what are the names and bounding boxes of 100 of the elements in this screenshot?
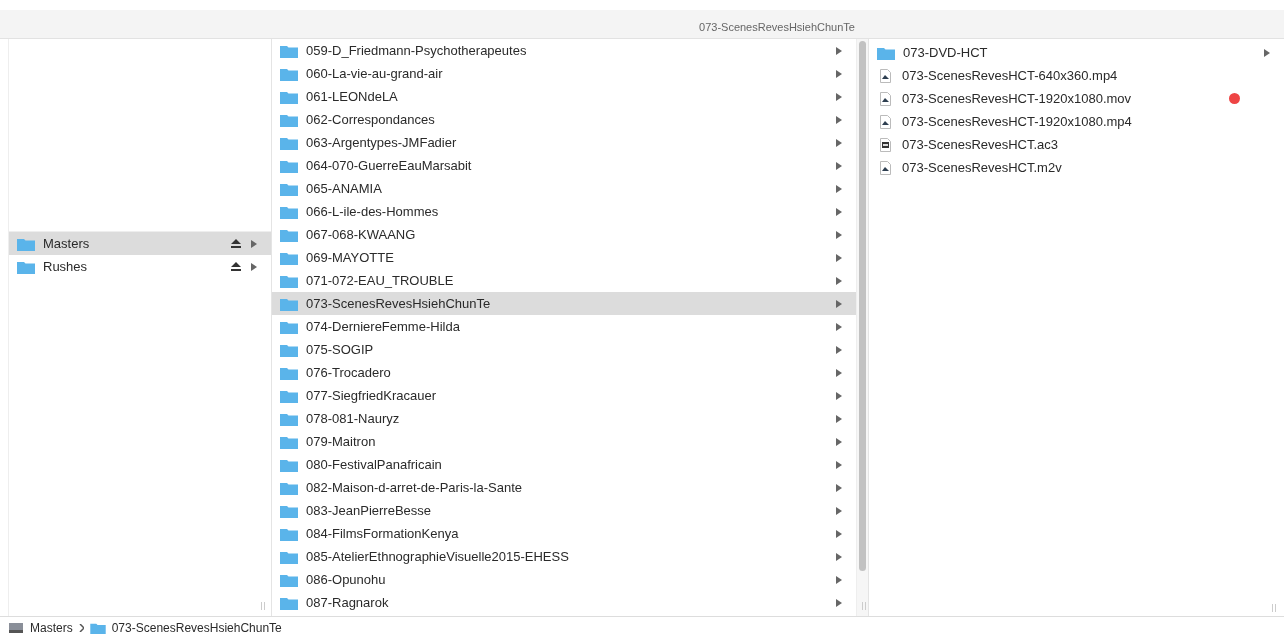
folder-item[interactable]: 069-MAYOTTE [272, 246, 856, 269]
folder-icon [17, 236, 35, 251]
arrow-icon [836, 322, 842, 331]
folder-icon [280, 227, 298, 242]
chevron-icon [78, 624, 84, 632]
arrow-icon [251, 262, 257, 271]
folder-item[interactable]: 086-Opunohu [272, 568, 856, 591]
folder-item[interactable]: 084-FilmsFormationKenya [272, 522, 856, 545]
folder-icon [89, 622, 106, 634]
resize-grip-icon[interactable] [261, 602, 265, 610]
arrow-icon [836, 138, 842, 147]
scrollbar[interactable] [856, 39, 868, 616]
arrow-icon [836, 437, 842, 446]
folder-item[interactable]: 087-Ragnarok [272, 591, 856, 614]
folder-icon [280, 89, 298, 104]
video-file-icon [880, 68, 891, 83]
arrow-icon [836, 391, 842, 400]
folder-icon [280, 595, 298, 610]
folder-item[interactable]: 079-Maitron [272, 430, 856, 453]
folder-item[interactable]: 085-AtelierEthnographieVisuelle2015-EHESS [272, 545, 856, 568]
arrow-icon [836, 529, 842, 538]
folder-icon [280, 526, 298, 541]
folder-icon [17, 259, 35, 274]
arrow-icon [836, 552, 842, 561]
folder-item[interactable]: 071-072-EAU_TROUBLE [272, 269, 856, 292]
folder-item[interactable]: 082-Maison-d-arret-de-Paris-la-Sante [272, 476, 856, 499]
folder-icon [280, 66, 298, 81]
folder-item[interactable]: 074-DerniereFemme-Hilda [272, 315, 856, 338]
folder-icon [280, 572, 298, 587]
sidebar-item[interactable]: Rushes [9, 255, 271, 278]
arrow-icon [836, 46, 842, 55]
folder-icon [280, 158, 298, 173]
file-item[interactable]: 073-ScenesRevesHCT.m2v [869, 156, 1284, 179]
window-title: 073-ScenesRevesHsiehChunTe [698, 20, 856, 35]
arrow-icon [836, 299, 842, 308]
file-item[interactable]: 073-ScenesRevesHCT-640x360.mp4 [869, 64, 1284, 87]
arrow-icon [836, 345, 842, 354]
folder-icon [280, 296, 298, 311]
folder-icon [280, 457, 298, 472]
path-item[interactable]: 073-ScenesRevesHsiehChunTe [89, 621, 282, 635]
arrow-icon [836, 598, 842, 607]
folder-item[interactable]: 078-081-Nauryz [272, 407, 856, 430]
video-file-icon [880, 114, 891, 129]
folder-icon [280, 411, 298, 426]
folder-item[interactable]: 064-070-GuerreEauMarsabit [272, 154, 856, 177]
folder-item[interactable]: 083-JeanPierreBesse [272, 499, 856, 522]
arrow-icon [836, 253, 842, 262]
folder-icon [280, 43, 298, 58]
file-item[interactable]: 073-ScenesRevesHCT-1920x1080.mov [869, 87, 1284, 110]
video-file-icon [880, 91, 891, 106]
file-item[interactable]: 073-ScenesRevesHCT.ac3 [869, 133, 1284, 156]
folder-item[interactable]: 076-Trocadero [272, 361, 856, 384]
folder-item[interactable]: 063-Argentypes-JMFadier [272, 131, 856, 154]
arrow-icon [251, 239, 257, 248]
folder-icon [280, 342, 298, 357]
folder-item[interactable]: 080-FestivalPanafricain [272, 453, 856, 476]
drive-icon [8, 622, 24, 634]
folder-icon [280, 319, 298, 334]
file-item[interactable]: 073-ScenesRevesHCT-1920x1080.mp4 [869, 110, 1284, 133]
folder-item[interactable]: 062-Correspondances [272, 108, 856, 131]
folder-icon [280, 135, 298, 150]
path-item[interactable]: Masters [8, 621, 73, 635]
folder-icon [280, 549, 298, 564]
folder-icon [280, 181, 298, 196]
arrow-icon [836, 230, 842, 239]
folder-icon [280, 434, 298, 449]
folder-icon [280, 273, 298, 288]
arrow-icon [836, 368, 842, 377]
eject-icon[interactable] [231, 239, 241, 248]
folder-icon [280, 365, 298, 380]
arrow-icon [836, 460, 842, 469]
arrow-icon [1264, 48, 1270, 57]
arrow-icon [836, 483, 842, 492]
resize-grip-icon[interactable] [1272, 604, 1276, 612]
resize-grip-icon[interactable] [862, 602, 866, 610]
folder-item[interactable]: 060-La-vie-au-grand-air [272, 62, 856, 85]
folder-icon [280, 204, 298, 219]
eject-icon[interactable] [231, 262, 241, 271]
arrow-icon [836, 69, 842, 78]
arrow-icon [836, 92, 842, 101]
folder-item[interactable]: 066-L-ile-des-Hommes [272, 200, 856, 223]
arrow-icon [836, 575, 842, 584]
sidebar-item[interactable]: Masters [9, 232, 271, 255]
arrow-icon [836, 161, 842, 170]
folder-item[interactable]: 065-ANAMIA [272, 177, 856, 200]
folder-item[interactable]: 059-D_Friedmann-Psychotherapeutes [272, 39, 856, 62]
arrow-icon [836, 414, 842, 423]
folder-item[interactable]: 077-SiegfriedKracauer [272, 384, 856, 407]
folder-item[interactable]: 061-LEONdeLA [272, 85, 856, 108]
arrow-icon [836, 115, 842, 124]
arrow-icon [836, 506, 842, 515]
folder-icon [280, 388, 298, 403]
file-item[interactable]: 073-DVD-HCT [869, 41, 1284, 64]
folder-icon [877, 45, 895, 60]
arrow-icon [836, 184, 842, 193]
folder-item[interactable]: 075-SOGIP [272, 338, 856, 361]
folder-icon [280, 112, 298, 127]
folder-icon [280, 503, 298, 518]
folder-item[interactable]: 067-068-KWAANG [272, 223, 856, 246]
folder-item[interactable]: 073-ScenesRevesHsiehChunTe [272, 292, 856, 315]
